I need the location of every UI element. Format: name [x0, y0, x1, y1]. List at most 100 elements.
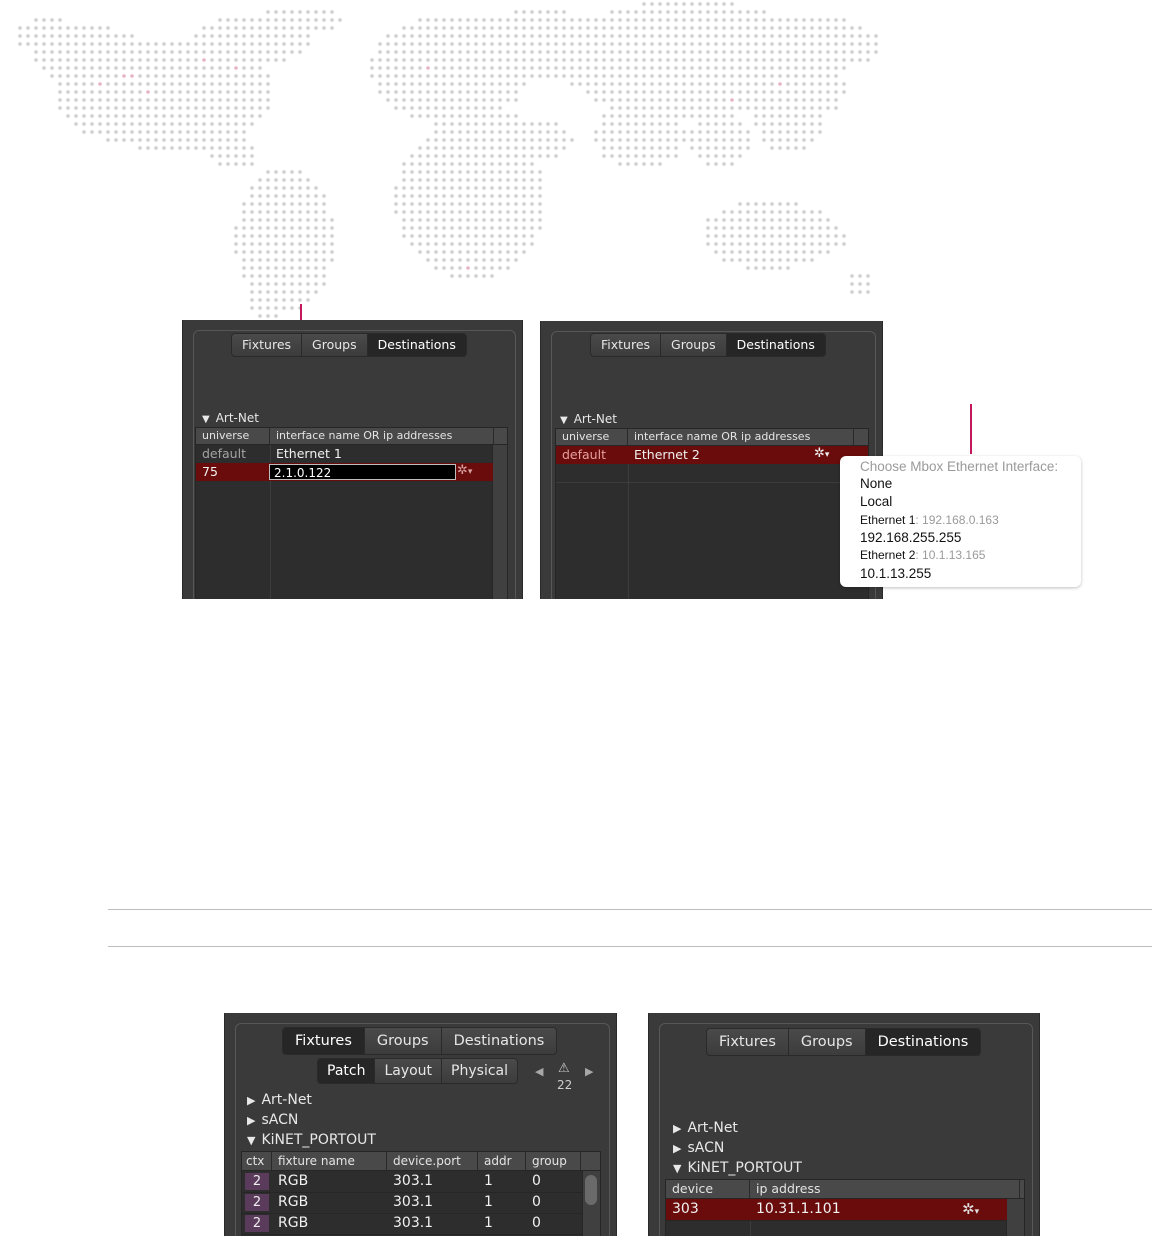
- tab-destinations[interactable]: Destinations: [726, 334, 825, 356]
- previous-warning-arrow-icon[interactable]: ◀: [535, 1065, 543, 1078]
- menu-item-ethernet-1-broadcast[interactable]: 192.168.255.255: [860, 530, 961, 545]
- tab-fixtures[interactable]: Fixtures: [283, 1028, 365, 1054]
- map-dot: [154, 122, 158, 126]
- table-row[interactable]: 2 RGB 303.1 1 0: [242, 1171, 583, 1193]
- map-dot: [642, 90, 646, 94]
- section-sacn[interactable]: ▶ sACN: [673, 1140, 724, 1156]
- scrollbar[interactable]: [1006, 1199, 1024, 1236]
- tab-fixtures[interactable]: Fixtures: [232, 334, 303, 356]
- section-art-net[interactable]: ▶ Art-Net: [247, 1092, 312, 1108]
- map-dot: [146, 98, 150, 102]
- table-row[interactable]: 2 RGB 303.1 1 0: [242, 1213, 583, 1235]
- map-dot: [434, 146, 438, 150]
- map-dot: [690, 98, 694, 102]
- table-row-selected[interactable]: default Ethernet 2 ✲▾: [556, 446, 868, 464]
- section-art-net[interactable]: ▼ Art-Net: [202, 411, 259, 425]
- tab-patch[interactable]: Patch: [318, 1059, 376, 1083]
- column-header-device-port[interactable]: device.port: [387, 1152, 478, 1170]
- gear-icon[interactable]: ✲▾: [457, 463, 472, 478]
- map-dot: [770, 98, 774, 102]
- map-dot: [562, 50, 566, 54]
- column-header-addr[interactable]: addr: [478, 1152, 526, 1170]
- map-dot: [450, 74, 454, 78]
- map-dot: [290, 218, 294, 222]
- tab-destinations[interactable]: Destinations: [367, 334, 466, 356]
- column-header-interface[interactable]: interface name OR ip addresses: [628, 429, 854, 445]
- map-dot: [426, 138, 430, 142]
- map-dot: [538, 146, 542, 150]
- divider-top: [108, 909, 1152, 910]
- menu-item-ethernet-2[interactable]: Ethernet 2: 10.1.13.165: [860, 548, 985, 562]
- tab-groups[interactable]: Groups: [302, 334, 368, 356]
- tab-layout[interactable]: Layout: [375, 1059, 443, 1083]
- map-dot: [282, 290, 286, 294]
- table-row-selected[interactable]: 75 2.1.0.122 ✲▾: [196, 463, 493, 481]
- map-dot: [474, 194, 478, 198]
- table-row[interactable]: 2 RGB 303.1 1 0: [242, 1192, 583, 1214]
- column-header-universe[interactable]: universe: [556, 429, 628, 445]
- map-dot: [394, 66, 398, 70]
- map-dot: [642, 138, 646, 142]
- next-warning-arrow-icon[interactable]: ▶: [585, 1065, 593, 1078]
- tab-fixtures[interactable]: Fixtures: [707, 1029, 789, 1055]
- column-header-interface[interactable]: interface name OR ip addresses: [270, 428, 494, 444]
- menu-item-ethernet-2-broadcast[interactable]: 10.1.13.255: [860, 566, 931, 581]
- map-dot: [682, 58, 686, 62]
- tab-destinations[interactable]: Destinations: [442, 1028, 557, 1054]
- map-dot: [466, 34, 470, 38]
- map-dot: [458, 154, 462, 158]
- tab-groups[interactable]: Groups: [365, 1028, 442, 1054]
- column-header-ip-address[interactable]: ip address: [750, 1180, 1020, 1198]
- column-header-fixture-name[interactable]: fixture name: [272, 1152, 387, 1170]
- ip-address-input[interactable]: 2.1.0.122: [269, 464, 456, 480]
- column-header-group[interactable]: group: [526, 1152, 581, 1170]
- map-dot: [266, 306, 270, 310]
- gear-icon[interactable]: ✲▾: [962, 1200, 979, 1218]
- column-header-device[interactable]: device: [666, 1180, 750, 1198]
- column-header-universe[interactable]: universe: [196, 428, 270, 444]
- scrollbar-thumb[interactable]: [585, 1175, 597, 1205]
- map-dot: [282, 250, 286, 254]
- section-art-net[interactable]: ▶ Art-Net: [673, 1120, 738, 1136]
- table-row-selected[interactable]: 303 10.31.1.101 ✲▾: [666, 1199, 1007, 1221]
- map-dot: [482, 154, 486, 158]
- scrollbar[interactable]: [492, 445, 507, 599]
- warning-icon[interactable]: ⚠: [558, 1061, 570, 1076]
- map-dot: [82, 58, 86, 62]
- table-row[interactable]: default Ethernet 1: [196, 445, 507, 463]
- map-dot: [202, 74, 206, 78]
- menu-item-none[interactable]: None: [860, 476, 892, 491]
- tab-groups[interactable]: Groups: [661, 334, 727, 356]
- column-header-ctx[interactable]: ctx: [242, 1152, 272, 1170]
- menu-item-ethernet-1[interactable]: Ethernet 1: 192.168.0.163: [860, 513, 999, 527]
- map-dot: [66, 74, 70, 78]
- section-kinet-portout[interactable]: ▼ KiNET_PORTOUT: [673, 1160, 802, 1176]
- section-art-net[interactable]: ▼ Art-Net: [560, 412, 617, 426]
- map-dot: [690, 34, 694, 38]
- map-dot: [322, 274, 326, 278]
- map-dot: [634, 90, 638, 94]
- map-dot: [730, 42, 734, 46]
- map-dot: [490, 42, 494, 46]
- tab-physical[interactable]: Physical: [442, 1059, 517, 1083]
- map-dot: [602, 66, 606, 70]
- map-dot: [858, 290, 862, 294]
- map-dot: [202, 130, 206, 134]
- tab-groups[interactable]: Groups: [789, 1029, 866, 1055]
- map-dot: [658, 82, 662, 86]
- map-dot: [506, 162, 510, 166]
- gear-icon[interactable]: ✲▾: [814, 446, 829, 461]
- map-dot: [738, 82, 742, 86]
- menu-item-local[interactable]: Local: [860, 494, 892, 509]
- section-sacn[interactable]: ▶ sACN: [247, 1112, 298, 1128]
- map-dot: [730, 250, 734, 254]
- section-kinet-portout[interactable]: ▼ KiNET_PORTOUT: [247, 1132, 376, 1148]
- scrollbar[interactable]: [582, 1171, 600, 1236]
- tab-destinations[interactable]: Destinations: [865, 1029, 981, 1055]
- map-dot: [722, 58, 726, 62]
- map-dot: [530, 146, 534, 150]
- map-dot: [466, 122, 470, 126]
- map-dot: [634, 34, 638, 38]
- map-dot: [442, 202, 446, 206]
- tab-fixtures[interactable]: Fixtures: [591, 334, 662, 356]
